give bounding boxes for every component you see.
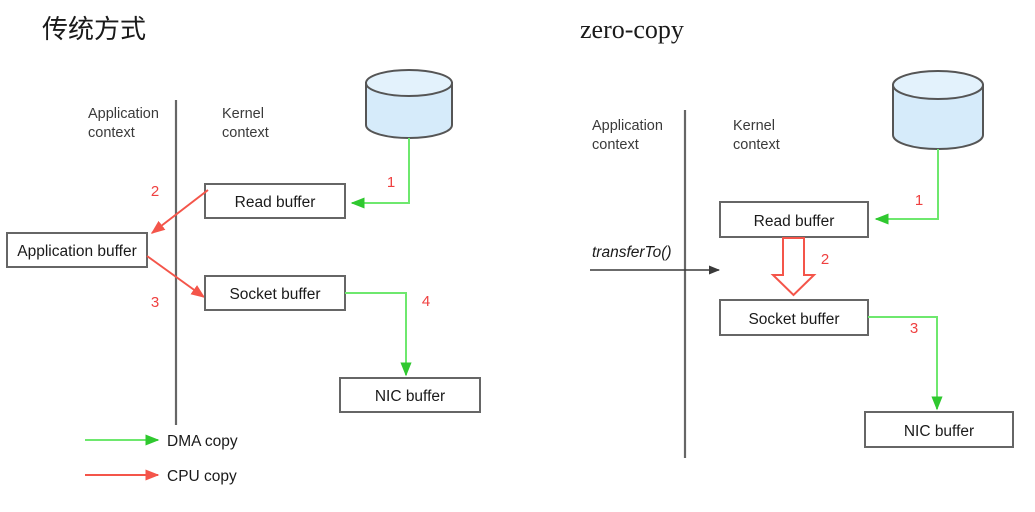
step-number-3: 3	[151, 294, 159, 311]
box-socket-buffer: Socket buffer	[204, 275, 346, 311]
box-read-buffer-zero-copy: Read buffer	[719, 201, 869, 238]
application-context-label-line1-zero-copy: Application	[592, 118, 663, 134]
legend: DMA copy CPU copy	[85, 433, 238, 485]
box-read-buffer: Read buffer	[204, 183, 346, 219]
diagram-canvas: 传统方式 Application context Kernel context …	[0, 0, 1035, 512]
step-number-2: 2	[151, 183, 159, 200]
box-nic-buffer-zero-copy: NIC buffer	[864, 411, 1014, 448]
box-label-read-buffer-zero-copy: Read buffer	[754, 213, 835, 230]
box-label-read-buffer: Read buffer	[235, 194, 316, 211]
application-context-label-line1: Application	[88, 106, 159, 122]
step-number-4: 4	[422, 293, 430, 310]
arrow-step-3-dma-zero-copy	[868, 316, 943, 411]
step-number-1-zero-copy: 1	[915, 192, 923, 209]
kernel-context-label-line2: context	[222, 125, 269, 141]
box-label-socket-buffer: Socket buffer	[229, 286, 320, 303]
application-context-label-line2-zero-copy: context	[592, 137, 639, 153]
box-label-application-buffer: Application buffer	[17, 243, 137, 260]
arrow-step-4-dma	[345, 292, 412, 377]
box-nic-buffer: NIC buffer	[339, 377, 481, 413]
application-context-label-line2: context	[88, 125, 135, 141]
step-number-2-zero-copy: 2	[821, 251, 829, 268]
arrow-step-2-cpu	[150, 189, 209, 234]
step-number-3-zero-copy: 3	[910, 320, 918, 337]
transfer-to-label: transferTo()	[592, 244, 672, 261]
legend-label-cpu-copy: CPU copy	[167, 468, 237, 485]
panel-traditional: 传统方式 Application context Kernel context …	[6, 15, 481, 485]
kernel-context-label-line2-zero-copy: context	[733, 137, 780, 153]
panel-title-traditional: 传统方式	[42, 15, 146, 44]
panel-title-zero-copy: zero-copy	[580, 15, 684, 44]
box-label-nic-buffer: NIC buffer	[375, 388, 445, 405]
arrow-step-1-dma	[350, 138, 410, 209]
box-socket-buffer-zero-copy: Socket buffer	[719, 299, 869, 336]
zero-copy-diagram: 传统方式 Application context Kernel context …	[6, 15, 1014, 485]
box-application-buffer: Application buffer	[6, 232, 148, 268]
kernel-context-label-line1: Kernel	[222, 106, 264, 122]
arrow-step-2-cpu-block-zero-copy	[770, 237, 817, 297]
step-number-1: 1	[387, 174, 395, 191]
kernel-context-label-line1-zero-copy: Kernel	[733, 118, 775, 134]
disk-cylinder	[365, 69, 453, 139]
legend-label-dma-copy: DMA copy	[167, 433, 238, 450]
arrow-step-1-dma-zero-copy	[874, 149, 939, 225]
disk-cylinder-zero-copy	[892, 70, 984, 150]
panel-zero-copy: zero-copy Application context Kernel con…	[580, 15, 1014, 458]
box-label-socket-buffer-zero-copy: Socket buffer	[748, 311, 839, 328]
box-label-nic-buffer-zero-copy: NIC buffer	[904, 423, 974, 440]
